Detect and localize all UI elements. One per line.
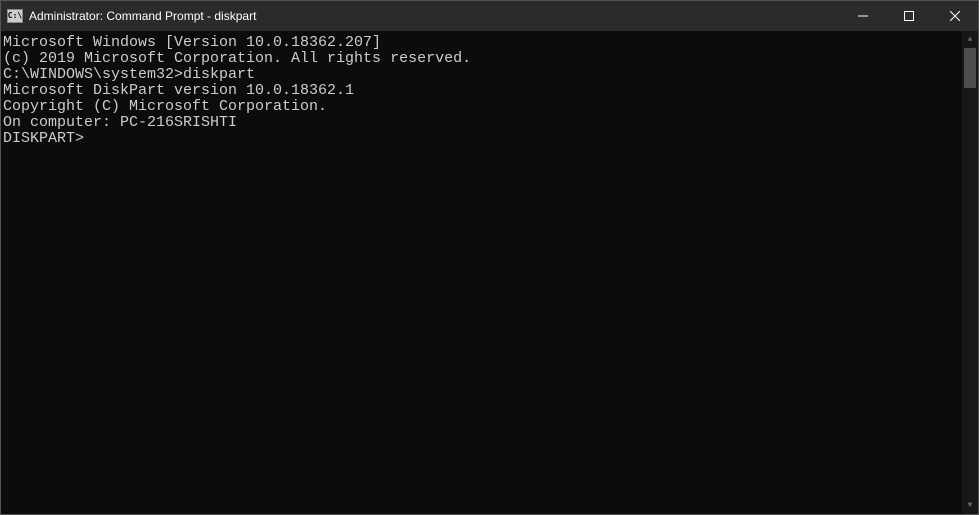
output-line: Copyright (C) Microsoft Corporation. xyxy=(3,99,960,115)
titlebar[interactable]: C:\ Administrator: Command Prompt - disk… xyxy=(1,1,978,31)
close-icon xyxy=(950,11,960,21)
output-line: On computer: PC-216SRISHTI xyxy=(3,115,960,131)
output-line: Microsoft DiskPart version 10.0.18362.1 xyxy=(3,83,960,99)
minimize-icon xyxy=(858,11,868,21)
scroll-track[interactable] xyxy=(962,48,978,497)
scroll-up-arrow[interactable]: ▲ xyxy=(962,31,978,48)
close-button[interactable] xyxy=(932,1,978,31)
terminal-output[interactable]: Microsoft Windows [Version 10.0.18362.20… xyxy=(1,31,962,514)
terminal-area: Microsoft Windows [Version 10.0.18362.20… xyxy=(1,31,978,514)
scrollbar[interactable]: ▲ ▼ xyxy=(962,31,978,514)
output-line: (c) 2019 Microsoft Corporation. All righ… xyxy=(3,51,960,67)
titlebar-controls xyxy=(840,1,978,31)
prompt-line: DISKPART> xyxy=(3,131,960,147)
scroll-down-arrow[interactable]: ▼ xyxy=(962,497,978,514)
scroll-thumb[interactable] xyxy=(964,48,976,88)
maximize-icon xyxy=(904,11,914,21)
maximize-button[interactable] xyxy=(886,1,932,31)
output-line: Microsoft Windows [Version 10.0.18362.20… xyxy=(3,35,960,51)
app-icon-text: C:\ xyxy=(8,12,22,20)
command-prompt-window: C:\ Administrator: Command Prompt - disk… xyxy=(0,0,979,515)
minimize-button[interactable] xyxy=(840,1,886,31)
titlebar-left: C:\ Administrator: Command Prompt - disk… xyxy=(1,9,256,23)
window-title: Administrator: Command Prompt - diskpart xyxy=(29,9,256,23)
prompt-line: C:\WINDOWS\system32>diskpart xyxy=(3,67,960,83)
app-icon: C:\ xyxy=(7,9,23,23)
